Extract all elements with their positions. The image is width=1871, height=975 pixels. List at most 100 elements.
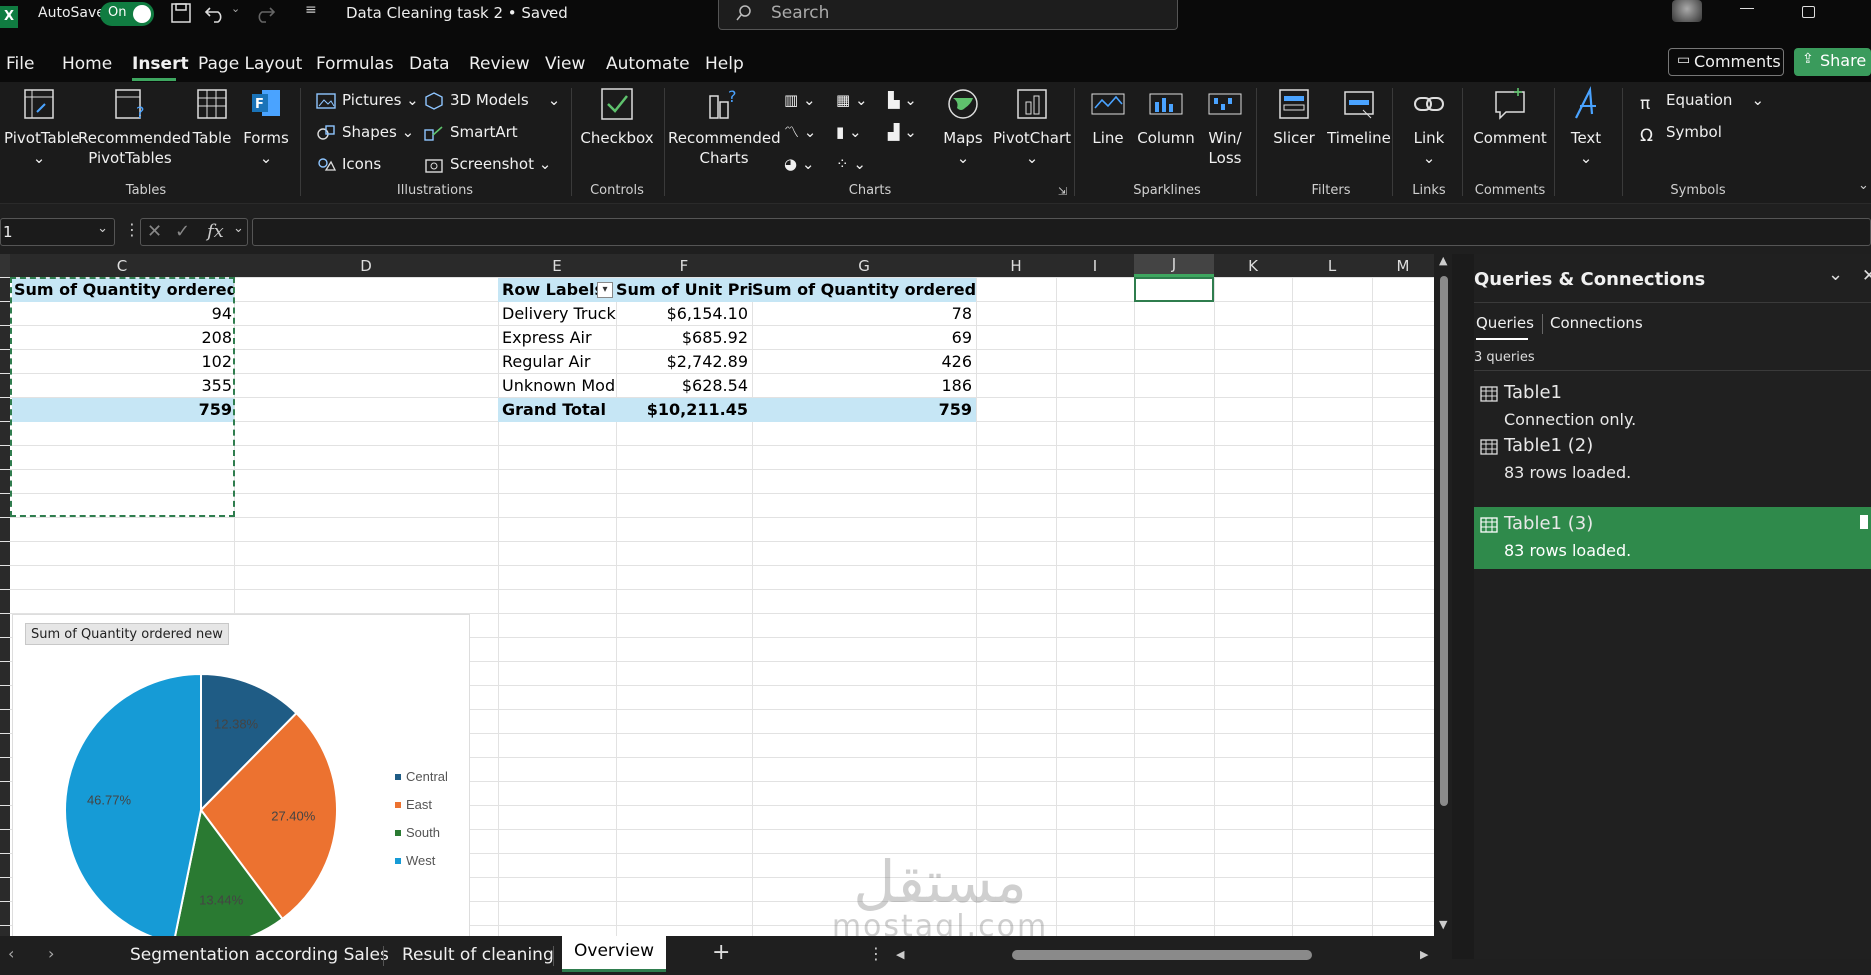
new-comment-button[interactable]: Comment [1470, 86, 1550, 148]
3d-models-button[interactable]: 3D Models ⌄ [424, 88, 560, 112]
pivot-row-quantity[interactable]: 186 [752, 374, 972, 398]
menu-review[interactable]: Review [469, 54, 530, 74]
title-dropdown-icon[interactable]: ⌄ [545, 1, 557, 17]
edit-query-icon[interactable] [1860, 515, 1868, 529]
col-header-c[interactable]: C [10, 257, 234, 275]
pivot-grand-total-price[interactable]: $10,211.45 [616, 398, 752, 422]
sheet-tab-overview[interactable]: Overview [562, 936, 667, 972]
filter-dropdown-icon[interactable]: ▾ [597, 282, 613, 298]
enter-icon[interactable]: ✓ [175, 221, 190, 242]
worksheet-grid[interactable]: C D E F G H I J K L M Sum of Quantity or… [0, 254, 1434, 936]
query-item[interactable]: Table1 Connection only. [1474, 376, 1871, 436]
restore-icon[interactable] [1802, 6, 1815, 18]
pie-chart-icon[interactable]: ◕ ⌄ [784, 152, 814, 176]
tab-options-icon[interactable]: ⋮ [868, 944, 884, 963]
col-header-i[interactable]: I [1056, 257, 1134, 275]
query-item-selected[interactable]: Table1 (3) 83 rows loaded. [1474, 507, 1871, 569]
vertical-scroll-thumb[interactable] [1440, 276, 1448, 806]
pivot-row-label[interactable]: Regular Air [502, 350, 616, 374]
pivot-header-row-labels[interactable]: Row Labels ▾ [498, 278, 616, 302]
pie-slice-west[interactable] [64, 672, 202, 936]
col-header-e[interactable]: E [498, 257, 616, 275]
col-header-m[interactable]: M [1372, 257, 1434, 275]
name-box[interactable]: 1 ⌄ [0, 218, 115, 246]
pivot-row-label[interactable]: Express Air [502, 326, 616, 350]
maps-button[interactable]: Maps ⌄ [934, 86, 992, 168]
pictures-button[interactable]: Pictures ⌄ [316, 88, 419, 112]
menu-insert[interactable]: Insert [132, 54, 189, 74]
scatter-chart-icon[interactable]: ⁘ ⌄ [836, 152, 866, 176]
timeline-button[interactable]: Timeline [1322, 86, 1396, 148]
recommended-pivottables-button[interactable]: ? Recommended PivotTables [78, 86, 191, 168]
pivot-grand-total-label[interactable]: Grand Total [498, 398, 616, 422]
pivot-row-label[interactable]: Delivery Truck [502, 302, 616, 326]
column-chart-icon[interactable]: ▥ ⌄ [784, 88, 816, 112]
scroll-up-icon[interactable]: ▲ [1439, 254, 1447, 267]
scroll-right-icon[interactable]: ▶ [1420, 948, 1428, 961]
share-button[interactable]: ⇪ Share [1794, 48, 1871, 76]
menu-formulas[interactable]: Formulas [316, 54, 394, 74]
customize-toolbar-icon[interactable]: ≡ [305, 2, 317, 18]
undo-dropdown-icon[interactable]: ⌄ [231, 2, 240, 15]
pivot-row-price[interactable]: $628.54 [616, 374, 748, 398]
col-header-l[interactable]: L [1292, 257, 1372, 275]
screenshot-button[interactable]: Screenshot ⌄ [424, 152, 551, 176]
table-button[interactable]: Table [186, 86, 238, 148]
shapes-button[interactable]: Shapes ⌄ [316, 120, 414, 144]
active-cell[interactable] [1134, 277, 1214, 302]
pane-collapse-icon[interactable]: ⌄ [1828, 264, 1843, 285]
line-chart-icon[interactable]: 〽 ⌄ [784, 120, 816, 144]
charts-dialog-launcher-icon[interactable]: ⇲ [1058, 185, 1067, 198]
sparkline-line-button[interactable]: Line [1082, 86, 1134, 148]
name-box-dropdown-icon[interactable]: ⌄ [97, 221, 108, 236]
combo-chart-icon[interactable]: ▟ ⌄ [888, 120, 917, 144]
sparkline-winloss-button[interactable]: Win/ Loss [1198, 86, 1252, 168]
redo-icon[interactable] [252, 2, 276, 24]
pie-chart-area[interactable]: Sum of Quantity ordered new 12.38% 27.40%… [12, 614, 470, 936]
slicer-button[interactable]: Slicer [1266, 86, 1322, 148]
sheet-tab-result[interactable]: Result of cleaning [390, 936, 566, 975]
symbol-button[interactable]: Ω Symbol [1640, 120, 1722, 146]
legend-entry[interactable]: Central [406, 769, 448, 784]
comments-button[interactable]: ▭ Comments [1668, 48, 1784, 76]
menu-help[interactable]: Help [705, 54, 744, 74]
add-sheet-icon[interactable]: + [712, 940, 730, 965]
menu-data[interactable]: Data [409, 54, 450, 74]
pivot-row-quantity[interactable]: 78 [752, 302, 972, 326]
col-header-f[interactable]: F [616, 257, 752, 275]
ribbon-collapse-icon[interactable]: ⌄ [1858, 178, 1869, 193]
vertical-scrollbar-track[interactable]: ▲ ▼ [1436, 254, 1452, 936]
scroll-left-icon[interactable]: ◀ [896, 948, 904, 961]
col-header-d[interactable]: D [234, 257, 498, 275]
pivot-header-unit-price[interactable]: Sum of Unit Price [616, 278, 752, 302]
autosave-toggle[interactable]: On [100, 2, 154, 26]
cancel-icon[interactable]: ✕ [147, 221, 162, 242]
horizontal-scroll-thumb[interactable] [1012, 950, 1312, 960]
sparkline-column-button[interactable]: Column [1136, 86, 1196, 148]
tab-queries[interactable]: Queries [1476, 314, 1534, 332]
menu-page-layout[interactable]: Page Layout [198, 54, 302, 74]
scroll-down-icon[interactable]: ▼ [1439, 918, 1447, 931]
menu-file[interactable]: File [6, 54, 34, 74]
forms-button[interactable]: F Forms ⌄ [240, 86, 292, 168]
pivot-row-quantity[interactable]: 69 [752, 326, 972, 350]
sheet-tab-segmentation[interactable]: Segmentation according Sales [118, 936, 401, 975]
tab-connections[interactable]: Connections [1550, 314, 1643, 332]
text-button[interactable]: Text ⌄ [1560, 86, 1612, 168]
col-header-j[interactable]: J [1134, 254, 1214, 277]
insert-function-icon[interactable]: fx [207, 221, 224, 242]
hierarchy-chart-icon[interactable]: ▦ ⌄ [836, 88, 868, 112]
pane-close-icon[interactable]: ✕ [1862, 266, 1871, 286]
recommended-charts-button[interactable]: ? Recommended Charts [668, 86, 781, 168]
menu-home[interactable]: Home [62, 54, 112, 74]
pivot-row-quantity[interactable]: 426 [752, 350, 972, 374]
legend-entry[interactable]: South [406, 825, 440, 840]
icons-button[interactable]: Icons [316, 152, 381, 176]
avatar[interactable] [1672, 0, 1702, 22]
document-title[interactable]: Data Cleaning task 2 • Saved [346, 4, 568, 22]
col-header-k[interactable]: K [1214, 257, 1292, 275]
legend-entry[interactable]: West [406, 853, 436, 868]
save-icon[interactable] [170, 2, 192, 24]
undo-icon[interactable] [204, 2, 228, 24]
formula-bar-options-icon[interactable]: ⋮ [124, 220, 140, 239]
